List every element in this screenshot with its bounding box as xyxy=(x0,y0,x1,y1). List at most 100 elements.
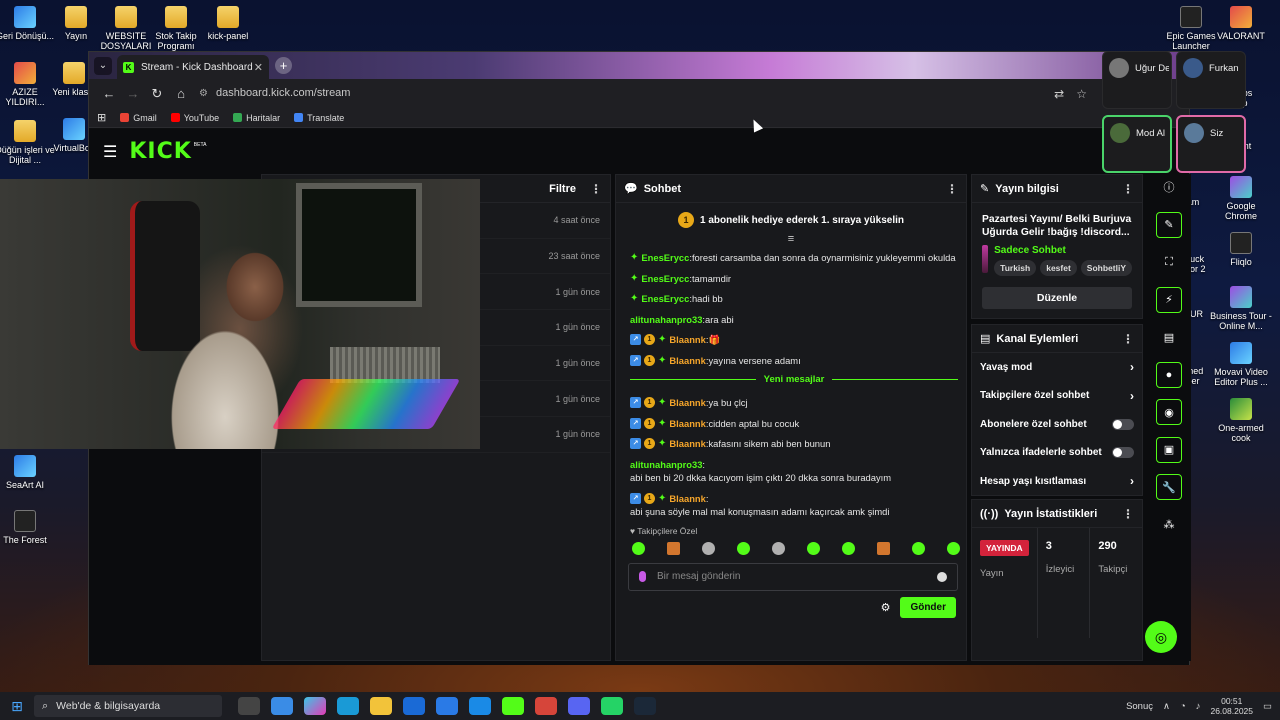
emote-icon[interactable] xyxy=(947,541,960,555)
desktop-icon-seaart[interactable]: SeaArt AI xyxy=(0,455,56,490)
desktop-icon-kick-panel[interactable]: kick-panel xyxy=(197,6,259,41)
whatsapp-icon[interactable] xyxy=(600,697,623,715)
chat-message[interactable]: ↗ 1 ✦ Blaannk: abi şuna söyle mal mal konuş… xyxy=(630,492,958,519)
tag[interactable]: SohbetliY xyxy=(1080,260,1132,276)
chat-username[interactable]: Blaannk xyxy=(669,437,705,451)
call-tile-mod[interactable]: Mod Al xyxy=(1102,115,1172,173)
tag[interactable]: kesfet xyxy=(1040,260,1077,276)
tray-result-label[interactable]: Sonuç xyxy=(1126,701,1153,712)
emoji-picker-icon[interactable] xyxy=(937,571,947,582)
chat-username[interactable]: EnesErycc xyxy=(641,292,689,306)
desktop-icon-one-armed-cook[interactable]: One-armed cook xyxy=(1210,398,1272,443)
vscode-icon[interactable] xyxy=(468,697,491,715)
desktop-icon-forest[interactable]: The Forest xyxy=(0,510,56,545)
more-options-icon[interactable]: ⋮ xyxy=(946,182,958,196)
chat-message[interactable]: alitunahanpro33: ara abi xyxy=(630,313,958,327)
chat-username[interactable]: Blaannk xyxy=(669,492,705,506)
apps-grid-icon[interactable]: ⊞ xyxy=(97,111,106,124)
steam-icon[interactable] xyxy=(633,697,656,715)
account-age-row[interactable]: Hesap yaşı kısıtlaması › xyxy=(972,467,1142,496)
notification-icon[interactable]: ▭ xyxy=(1263,701,1272,712)
volume-icon[interactable]: ♪ xyxy=(1196,701,1201,712)
chat-message[interactable]: ↗ 1 ✦ Blaannk: cidden aptal bu cocuk xyxy=(630,417,958,431)
emote-icon[interactable] xyxy=(772,541,785,555)
taskbar-search[interactable]: ⌕ Web'de & bilgisayarda xyxy=(34,695,222,717)
address-bar[interactable]: ⚙ dashboard.kick.com/stream ⇄ ☆ xyxy=(189,82,1095,104)
site-info-icon[interactable]: ⚙ xyxy=(199,88,208,99)
outlook-icon[interactable] xyxy=(402,697,425,715)
pin-toggle-icon[interactable]: ≡ xyxy=(616,233,966,245)
edit-icon[interactable]: ✎ xyxy=(1156,211,1182,238)
chat-username[interactable]: alitunahanpro33 xyxy=(630,313,702,327)
chat-message[interactable]: ✦ EnesErycc: foresti carsamba dan sonra d… xyxy=(630,251,958,265)
chat-username[interactable]: Blaannk xyxy=(669,417,705,431)
desktop-icon-business-tour[interactable]: Business Tour - Online M... xyxy=(1210,286,1272,331)
layout-icon[interactable]: ▣ xyxy=(1156,436,1182,463)
store-icon[interactable] xyxy=(270,697,293,715)
subscribers-only-toggle[interactable] xyxy=(1112,418,1134,430)
chat-message[interactable]: ✦ EnesErycc: hadi bb xyxy=(630,292,958,306)
chevron-up-icon[interactable]: ∧ xyxy=(1163,701,1170,712)
slow-mode-row[interactable]: Yavaş mod › xyxy=(972,353,1142,382)
edit-stream-button[interactable]: Düzenle xyxy=(982,287,1132,309)
desktop-icon-movavi[interactable]: Movavi Video Editor Plus ... xyxy=(1210,342,1272,387)
file-explorer-icon[interactable] xyxy=(369,697,392,715)
emote-icon[interactable] xyxy=(877,541,890,555)
tab-search-icon[interactable]: ⌄ xyxy=(94,57,112,75)
broadcast-icon[interactable]: ◉ xyxy=(1156,399,1182,425)
chat-username[interactable]: Blaannk xyxy=(669,354,705,368)
lightning-icon[interactable]: ⚡ xyxy=(1156,286,1182,313)
chat-username[interactable]: EnesErycc xyxy=(641,272,689,286)
menu-icon[interactable]: ☰ xyxy=(103,142,117,162)
chat-username[interactable]: Blaannk xyxy=(669,333,705,347)
tab-kick-dashboard[interactable]: K Stream - Kick Dashboard ✕ xyxy=(117,55,269,79)
task-view-icon[interactable] xyxy=(237,697,260,715)
chat-message[interactable]: alitunahanpro33: abi ben bi 20 dkka kacı… xyxy=(630,458,958,485)
bookmark-maps[interactable]: Haritalar xyxy=(233,113,280,123)
discord-icon[interactable] xyxy=(567,697,590,715)
app-icon[interactable] xyxy=(435,697,458,715)
chat-message[interactable]: ↗ 1 ✦ Blaannk: ya bu çlcj xyxy=(630,396,958,410)
info-icon[interactable]: ⓘ xyxy=(1156,174,1182,200)
kick-app-icon[interactable] xyxy=(501,697,524,715)
chat-settings-icon[interactable]: ⚙ xyxy=(881,601,891,614)
chat-icon[interactable]: ● xyxy=(1156,361,1182,388)
desktop-icon-fliqlo[interactable]: Fliqlo xyxy=(1210,232,1272,267)
bookmark-translate[interactable]: Translate xyxy=(294,113,344,123)
category-name[interactable]: Sadece Sohbet xyxy=(994,245,1132,256)
more-options-icon[interactable]: ⋮ xyxy=(590,182,602,196)
emote-icon[interactable] xyxy=(807,541,820,555)
emote-icon[interactable] xyxy=(667,541,680,555)
kick-logo[interactable]: KICK xyxy=(129,139,191,164)
chat-username[interactable]: EnesErycc xyxy=(641,251,689,265)
followers-only-chat-row[interactable]: Takipçilere özel sohbet › xyxy=(972,382,1142,411)
back-icon[interactable]: ← xyxy=(97,86,121,101)
reload-icon[interactable]: ↻ xyxy=(145,86,169,102)
emote-only-toggle[interactable] xyxy=(1112,447,1134,459)
send-button[interactable]: Gönder xyxy=(900,596,956,618)
network-icon[interactable]: ◔ xyxy=(1180,701,1186,712)
chat-message[interactable]: ↗ 1 ✦ Blaannk: kafasını sikem abi ben bunun xyxy=(630,437,958,451)
call-tile-ugur[interactable]: Uğur De xyxy=(1102,51,1172,109)
chat-message-input[interactable]: Bir mesaj gönderin xyxy=(628,562,958,591)
translate-icon[interactable]: ⇄ xyxy=(1054,87,1064,101)
call-tile-self[interactable]: Siz xyxy=(1176,115,1246,173)
more-options-icon[interactable]: ⋮ xyxy=(1122,507,1134,521)
chat-message[interactable]: ↗ 1 ✦ Blaannk: 🎁 xyxy=(630,333,958,347)
emote-icon[interactable] xyxy=(842,541,855,555)
new-tab-icon[interactable]: + xyxy=(275,57,292,74)
more-options-icon[interactable]: ⋮ xyxy=(1122,332,1134,346)
share-icon[interactable]: ⁂ xyxy=(1156,512,1182,538)
start-menu-icon[interactable]: ⊞ xyxy=(0,698,34,715)
bookmark-gmail[interactable]: Gmail xyxy=(120,113,157,123)
fullscreen-icon[interactable]: ⛶ xyxy=(1156,249,1182,275)
chat-message[interactable]: ↗ 1 ✦ Blaannk: yayına versene adamı xyxy=(630,354,958,368)
chat-message[interactable]: ✦ EnesErycc: tamamdir xyxy=(630,272,958,286)
call-tile-furkan[interactable]: Furkan xyxy=(1176,51,1246,109)
close-tab-icon[interactable]: ✕ xyxy=(254,61,263,74)
forward-icon[interactable]: → xyxy=(121,86,145,101)
document-icon[interactable]: ▤ xyxy=(1156,324,1182,350)
desktop-icon-chrome[interactable]: Google Chrome xyxy=(1210,176,1272,221)
bookmark-youtube[interactable]: YouTube xyxy=(170,113,219,123)
chrome-taskbar-icon[interactable] xyxy=(534,697,557,715)
